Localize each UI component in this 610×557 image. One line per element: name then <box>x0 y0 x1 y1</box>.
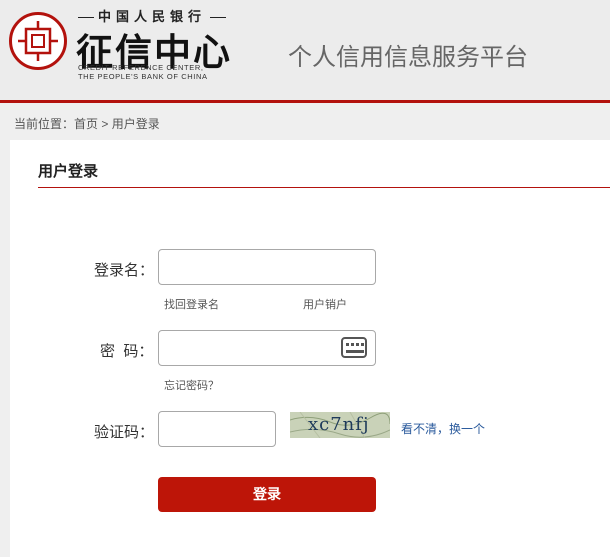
find-username-link[interactable]: 找回登录名 <box>164 296 219 312</box>
platform-title: 个人信用信息服务平台 <box>288 44 528 71</box>
cancel-account-link[interactable]: 用户销户 <box>303 296 347 312</box>
captcha-label: 验证码： <box>94 424 155 441</box>
captcha-image[interactable]: xc7nfj <box>290 412 390 438</box>
captcha-input[interactable] <box>158 411 276 447</box>
password-input[interactable] <box>158 330 376 366</box>
org-name-en-line1: CREDIT REFERENCE CENTER, <box>78 63 204 72</box>
title-divider <box>38 187 610 188</box>
keyboard-icon[interactable] <box>341 337 367 358</box>
username-input[interactable] <box>158 249 376 285</box>
breadcrumb: 当前位置：首页 > 用户登录 <box>14 115 160 132</box>
org-name-en-line2: THE PEOPLE'S BANK OF CHINA <box>78 72 208 81</box>
credit-center-seal-logo <box>9 12 67 70</box>
forgot-password-link[interactable]: 忘记密码？ <box>164 377 219 393</box>
captcha-text: xc7nfj <box>308 414 370 435</box>
breadcrumb-separator: > <box>98 117 112 131</box>
login-button[interactable]: 登录 <box>158 477 376 512</box>
site-header: 中国人民银行 征信中心 CREDIT REFERENCE CENTER, THE… <box>0 0 610 100</box>
password-label: 密 码： <box>100 343 154 360</box>
breadcrumb-prefix: 当前位置： <box>14 117 75 131</box>
login-title: 用户登录 <box>38 163 99 180</box>
refresh-captcha-link[interactable]: 看不清，换一个 <box>401 420 485 437</box>
login-panel: 用户登录 登录名： 找回登录名 用户销户 密 码： 忘记密码？ 验证码： xc7… <box>10 140 610 557</box>
breadcrumb-current: 用户登录 <box>111 117 160 131</box>
header-divider <box>0 100 610 103</box>
username-label: 登录名： <box>94 262 155 279</box>
breadcrumb-home-link[interactable]: 首页 <box>74 117 98 131</box>
